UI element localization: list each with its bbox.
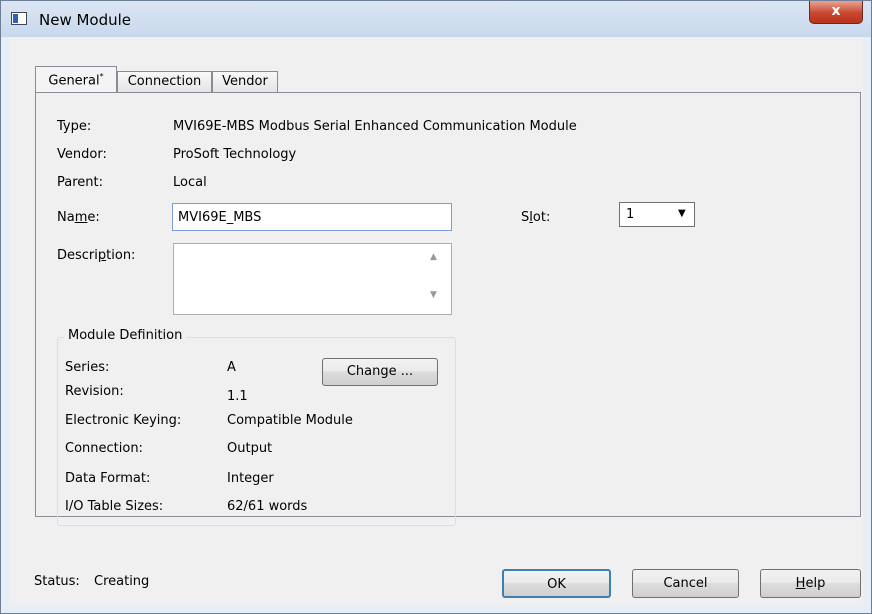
revision-label: Revision: — [65, 384, 124, 399]
help-button[interactable]: Help — [760, 569, 861, 598]
vendor-value: ProSoft Technology — [173, 147, 297, 162]
connection-label: Connection: — [65, 441, 143, 456]
io-table-sizes-label: I/O Table Sizes: — [65, 499, 164, 514]
keying-label: Electronic Keying: — [65, 413, 182, 428]
series-value: A — [227, 360, 236, 375]
description-label: Description: — [57, 248, 136, 263]
type-value: MVI69E-MBS Modbus Serial Enhanced Commun… — [173, 119, 577, 134]
scroll-down-icon[interactable]: ▼ — [430, 290, 437, 300]
io-table-sizes-value: 62/61 words — [227, 499, 308, 514]
tab-general[interactable]: General* — [35, 66, 117, 92]
tab-vendor[interactable]: Vendor — [212, 71, 278, 92]
tab-modified-marker: * — [99, 72, 104, 81]
data-format-label: Data Format: — [65, 471, 151, 486]
parent-label: Parent: — [57, 175, 103, 190]
connection-value: Output — [227, 441, 273, 456]
window-title: New Module — [39, 11, 132, 29]
parent-value: Local — [173, 175, 207, 190]
revision-value: 1.1 — [227, 389, 248, 404]
slot-label: Slot: — [521, 210, 551, 225]
status-label: Status: — [34, 574, 80, 589]
vendor-label: Vendor: — [57, 147, 107, 162]
chevron-down-icon: ▼ — [678, 208, 686, 219]
change-button[interactable]: Change ... — [322, 358, 438, 386]
close-icon: x — [831, 3, 841, 19]
name-input-value: MVI69E_MBS — [178, 210, 262, 225]
keying-value: Compatible Module — [227, 413, 353, 428]
data-format-value: Integer — [227, 471, 274, 486]
description-textarea[interactable]: ▲ ▼ — [173, 243, 452, 315]
series-label: Series: — [65, 360, 110, 375]
slot-select-value: 1 — [626, 207, 635, 222]
type-label: Type: — [57, 119, 92, 134]
ok-button[interactable]: OK — [502, 569, 611, 598]
cancel-button[interactable]: Cancel — [632, 569, 739, 598]
title-bar[interactable]: New Module x — [1, 1, 871, 37]
name-input[interactable]: MVI69E_MBS — [172, 203, 452, 231]
tab-connection[interactable]: Connection — [117, 71, 212, 92]
window-icon — [11, 12, 27, 25]
slot-select[interactable]: 1 ▼ — [619, 202, 695, 227]
scroll-up-icon[interactable]: ▲ — [430, 252, 437, 262]
module-definition-legend: Module Definition — [64, 328, 187, 343]
close-button[interactable]: x — [809, 1, 863, 24]
name-label: Name: — [57, 210, 100, 225]
status-value: Creating — [94, 574, 150, 589]
